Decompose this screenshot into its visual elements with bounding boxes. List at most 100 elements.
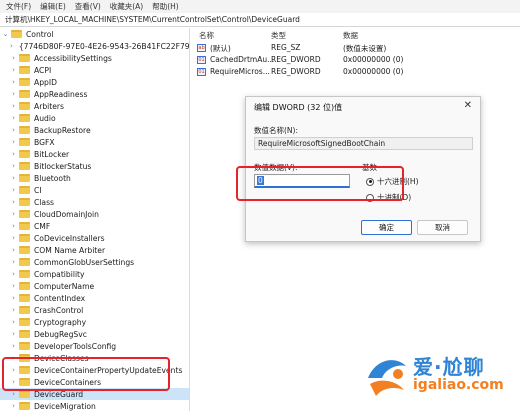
tree-item[interactable]: › BitlockerStatus (0, 160, 189, 172)
list-row[interactable]: ab (默认) REG_SZ (数值未设置) (193, 43, 520, 54)
tree-item[interactable]: › Audio (0, 112, 189, 124)
chevron-right-icon[interactable]: › (10, 282, 17, 290)
menu-view[interactable]: 查看(V) (75, 1, 101, 12)
value-type: REG_DWORD (271, 67, 321, 76)
tree-item[interactable]: › CloudDomainJoin (0, 208, 189, 220)
tree-item-label: {7746D80F-97E0-4E26-9543-26B41FC22F79} (18, 41, 190, 51)
tree-item-label: ContentIndex (34, 293, 86, 303)
menu-edit[interactable]: 编辑(E) (40, 1, 66, 12)
chevron-right-icon[interactable]: › (10, 234, 17, 242)
value-name-label: 数值名称(N): (254, 126, 298, 135)
col-name-header[interactable]: 名称 (199, 30, 214, 41)
tree-item[interactable]: › BackupRestore (0, 124, 189, 136)
tree-item[interactable]: › Arbiters (0, 100, 189, 112)
tree-item[interactable]: › CrashControl (0, 304, 189, 316)
chevron-right-icon[interactable]: › (10, 330, 17, 338)
tree-item[interactable]: › DeviceMigration (0, 400, 189, 411)
tree-item[interactable]: › AppReadiness (0, 88, 189, 100)
folder-icon (19, 270, 30, 278)
chevron-right-icon[interactable]: › (10, 78, 17, 86)
chevron-right-icon[interactable]: › (10, 342, 17, 350)
value-type: REG_SZ (271, 43, 301, 52)
col-type-header[interactable]: 类型 (271, 30, 286, 41)
chevron-right-icon[interactable]: › (10, 402, 17, 410)
tree-item-label: CloudDomainJoin (34, 209, 99, 219)
tree-item[interactable]: › BGFX (0, 136, 189, 148)
tree-item[interactable]: › CMF (0, 220, 189, 232)
tree-item[interactable]: › Class (0, 196, 189, 208)
tree-item[interactable]: › CommonGlobUserSettings (0, 256, 189, 268)
chevron-right-icon[interactable]: › (10, 270, 17, 278)
tree-item[interactable]: › AccessibilitySettings (0, 52, 189, 64)
address-bar[interactable]: 计算机\HKEY_LOCAL_MACHINE\SYSTEM\CurrentCon… (0, 13, 520, 27)
folder-icon (11, 30, 22, 38)
folder-icon (19, 54, 30, 62)
address-path[interactable]: 计算机\HKEY_LOCAL_MACHINE\SYSTEM\CurrentCon… (5, 14, 300, 25)
chevron-right-icon[interactable]: › (10, 66, 17, 74)
chevron-right-icon[interactable]: › (10, 138, 17, 146)
close-icon[interactable]: ✕ (464, 100, 472, 111)
folder-icon (19, 330, 30, 338)
tree-item[interactable]: › ComputerName (0, 280, 189, 292)
chevron-right-icon[interactable]: › (10, 102, 17, 110)
chevron-right-icon[interactable]: › (10, 210, 17, 218)
tree-item[interactable]: › DebugRegSvc (0, 328, 189, 340)
chevron-right-icon[interactable]: › (10, 390, 17, 398)
value-name: RequireMicros... (210, 67, 270, 76)
tree-item[interactable]: › Compatibility (0, 268, 189, 280)
chevron-right-icon[interactable]: › (10, 54, 17, 62)
value-data: 0x00000000 (0) (343, 55, 404, 64)
menu-help[interactable]: 帮助(H) (152, 1, 179, 12)
folder-icon (19, 234, 30, 242)
tree-item-label: CMF (34, 221, 51, 231)
tree-item-label: Cryptography (34, 317, 87, 327)
chevron-right-icon[interactable]: › (10, 150, 17, 158)
ok-button[interactable]: 确定 (361, 220, 412, 235)
registry-tree: ⌄ Control › {7746D80F-97E0-4E26-9543-26B41F… (0, 28, 190, 411)
tree-item[interactable]: › DeveloperToolsConfig (0, 340, 189, 352)
tree-item[interactable]: › CoDeviceInstallers (0, 232, 189, 244)
chevron-right-icon[interactable]: › (10, 126, 17, 134)
folder-icon (19, 246, 30, 254)
tree-item-label: ACPI (34, 65, 52, 75)
chevron-right-icon[interactable]: › (10, 198, 17, 206)
list-row[interactable]: 01 RequireMicros... REG_DWORD 0x00000000… (193, 67, 520, 78)
chevron-right-icon[interactable]: › (10, 294, 17, 302)
chevron-right-icon[interactable]: › (10, 114, 17, 122)
tree-root-item[interactable]: ⌄ Control (0, 28, 189, 40)
chevron-right-icon[interactable]: › (10, 42, 13, 50)
highlight-tree-items (2, 357, 170, 391)
col-data-header[interactable]: 数据 (343, 30, 358, 41)
chevron-right-icon[interactable]: › (10, 246, 17, 254)
chevron-right-icon[interactable]: › (10, 222, 17, 230)
tree-item-label: AppReadiness (34, 89, 88, 99)
folder-icon (19, 102, 30, 110)
folder-icon (19, 150, 30, 158)
chevron-right-icon[interactable]: › (10, 318, 17, 326)
menu-favorites[interactable]: 收藏夹(A) (110, 1, 143, 12)
value-name: CachedDrtmAu... (210, 55, 275, 64)
tree-item[interactable]: › AppID (0, 76, 189, 88)
tree-item[interactable]: › Bluetooth (0, 172, 189, 184)
tree-item-label: DebugRegSvc (34, 329, 87, 339)
tree-item[interactable]: › Cryptography (0, 316, 189, 328)
chevron-right-icon[interactable]: › (10, 90, 17, 98)
tree-item[interactable]: › COM Name Arbiter (0, 244, 189, 256)
folder-icon (19, 294, 30, 302)
menu-file[interactable]: 文件(F) (6, 1, 31, 12)
chevron-down-icon[interactable]: ⌄ (2, 30, 9, 38)
tree-item[interactable]: › ContentIndex (0, 292, 189, 304)
list-row[interactable]: 01 CachedDrtmAu... REG_DWORD 0x00000000 … (193, 55, 520, 66)
chevron-right-icon[interactable]: › (10, 174, 17, 182)
tree-item[interactable]: › {7746D80F-97E0-4E26-9543-26B41FC22F79} (0, 40, 190, 52)
tree-item[interactable]: › ACPI (0, 64, 189, 76)
chevron-right-icon[interactable]: › (10, 186, 17, 194)
tree-item[interactable]: › BitLocker (0, 148, 189, 160)
menu-bar: 文件(F) 编辑(E) 查看(V) 收藏夹(A) 帮助(H) (0, 0, 520, 13)
folder-icon (19, 138, 30, 146)
tree-item[interactable]: › CI (0, 184, 189, 196)
cancel-button[interactable]: 取消 (417, 220, 468, 235)
chevron-right-icon[interactable]: › (10, 258, 17, 266)
chevron-right-icon[interactable]: › (10, 162, 17, 170)
chevron-right-icon[interactable]: › (10, 306, 17, 314)
